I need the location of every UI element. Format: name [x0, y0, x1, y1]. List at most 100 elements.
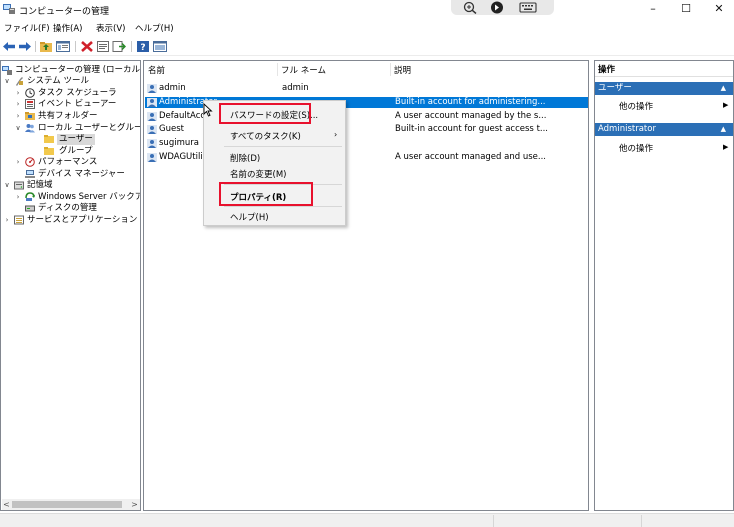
column-header-fullname[interactable]: フル ネーム [281, 64, 326, 76]
backup-icon [25, 192, 35, 201]
folder-icon [44, 147, 54, 155]
expand-arrow-icon[interactable]: › [14, 192, 22, 203]
tree-item-label: 記憶域 [27, 180, 53, 190]
expand-arrow-icon[interactable]: › [14, 88, 22, 99]
help-icon[interactable]: ? [136, 40, 150, 53]
submenu-arrow-icon: › [334, 130, 338, 139]
tree-item-label: システム ツール [27, 76, 89, 86]
performance-icon [25, 157, 35, 167]
tree-item-label: 共有フォルダー [38, 111, 98, 121]
cell-description: Built-in account for guest access t... [395, 124, 549, 134]
cell-name: admin [159, 83, 186, 93]
user-icon [147, 84, 157, 93]
column-divider[interactable] [277, 63, 278, 76]
section-title: ユーザー [598, 83, 632, 93]
menu-item-all-tasks[interactable]: すべてのタスク(K) [230, 130, 301, 142]
properties-icon[interactable] [96, 40, 110, 53]
delete-icon[interactable] [80, 40, 94, 53]
column-header-description[interactable]: 説明 [394, 64, 411, 76]
user-icon [147, 153, 157, 162]
tree-item-label: デバイス マネージャー [38, 169, 125, 179]
tree-item-label: ローカル ユーザーとグループ [38, 123, 141, 133]
forward-circle-icon[interactable] [490, 1, 504, 14]
toolbar: ? [0, 37, 734, 56]
submenu-arrow-icon[interactable]: ▶ [723, 143, 728, 151]
tree-item-label: パフォーマンス [38, 157, 98, 167]
menu-file[interactable]: ファイル(F) [4, 22, 50, 34]
menu-item-rename[interactable]: 名前の変更(M) [230, 168, 286, 180]
window-title: コンピューターの管理 [19, 7, 110, 17]
expand-arrow-icon[interactable]: › [3, 215, 11, 226]
user-icon [147, 98, 157, 107]
actions-section-administrator[interactable]: Administrator ▲ [595, 123, 733, 136]
scrollbar-thumb[interactable] [12, 501, 122, 508]
submenu-arrow-icon[interactable]: ▶ [723, 101, 728, 109]
folder-icon [44, 135, 54, 143]
navigation-tree: コンピューターの管理 (ローカル) ∨ システム ツール › タスク スケジュー… [0, 60, 141, 511]
tools-icon [16, 77, 23, 86]
column-divider[interactable] [390, 63, 391, 76]
action-more-actions-users[interactable]: 他の操作 [619, 100, 653, 112]
scroll-left-arrow-icon[interactable]: < [2, 499, 11, 510]
back-arrow-icon[interactable] [2, 40, 16, 53]
disk-icon [25, 205, 35, 212]
user-icon [147, 139, 157, 148]
tree-item-label: Windows Server バックア [38, 192, 141, 202]
forward-arrow-icon[interactable] [18, 40, 32, 53]
menu-action[interactable]: 操作(A) [53, 22, 82, 34]
tree-item-label: グループ [59, 146, 93, 156]
up-folder-icon[interactable] [39, 40, 53, 53]
expand-arrow-icon[interactable]: ∨ [3, 76, 11, 87]
minimize-button[interactable]: – [638, 2, 668, 16]
menu-separator [224, 206, 342, 207]
tree-horizontal-scrollbar[interactable]: < > [2, 499, 140, 510]
shared-folder-icon [25, 112, 35, 120]
mmc-console-icon[interactable] [153, 40, 167, 53]
tree-item-label: コンピューターの管理 (ローカル) [15, 65, 141, 75]
actions-header: 操作 [595, 64, 733, 77]
table-row[interactable]: admin admin [145, 83, 588, 94]
highlight-set-password [219, 103, 311, 124]
services-icon [14, 215, 24, 225]
scroll-right-arrow-icon[interactable]: > [130, 499, 139, 510]
section-title: Administrator [598, 124, 656, 134]
tree-item-label: ディスクの管理 [38, 203, 97, 213]
show-hide-tree-icon[interactable] [56, 40, 70, 53]
actions-pane: 操作 ユーザー ▲ 他の操作 ▶ Administrator ▲ 他の操作 ▶ [594, 60, 734, 511]
cell-description: Built-in account for administering... [395, 97, 546, 107]
menu-help[interactable]: ヘルプ(H) [135, 22, 174, 34]
event-viewer-icon [25, 99, 35, 109]
menu-view[interactable]: 表示(V) [96, 22, 125, 34]
expand-arrow-icon[interactable]: › [14, 111, 22, 122]
mouse-cursor-icon [203, 103, 213, 117]
collapse-arrow-icon[interactable]: ∨ [14, 123, 22, 134]
collapse-arrow-icon[interactable]: ∨ [3, 180, 11, 191]
storage-icon [14, 181, 24, 190]
toolbar-separator [35, 41, 36, 52]
actions-section-users[interactable]: ユーザー ▲ [595, 82, 733, 95]
maximize-button[interactable]: ☐ [671, 2, 701, 16]
cell-description: A user account managed by the s... [395, 111, 547, 121]
user-icon [147, 125, 157, 134]
zoom-icon[interactable] [463, 1, 477, 14]
highlight-properties [219, 182, 313, 206]
expand-arrow-icon[interactable]: › [14, 157, 22, 168]
menu-item-help[interactable]: ヘルプ(H) [230, 211, 269, 223]
tree-item-label: サービスとアプリケーション [27, 215, 138, 225]
keyboard-icon[interactable] [519, 1, 537, 14]
menu-item-delete[interactable]: 削除(D) [230, 152, 260, 164]
clock-icon [25, 88, 35, 98]
collapse-section-icon[interactable]: ▲ [721, 82, 726, 95]
menu-bar: ファイル(F) 操作(A) 表示(V) ヘルプ(H) [0, 20, 734, 35]
users-groups-icon [25, 124, 35, 133]
close-button[interactable]: ✕ [704, 2, 734, 16]
export-list-icon[interactable] [112, 40, 126, 53]
cell-description: A user account managed and use... [395, 152, 546, 162]
column-header-name[interactable]: 名前 [148, 64, 165, 76]
action-more-actions-administrator[interactable]: 他の操作 [619, 142, 653, 154]
computer-management-icon [2, 66, 12, 75]
computer-management-icon [3, 4, 15, 14]
expand-arrow-icon[interactable]: › [14, 99, 22, 110]
collapse-section-icon[interactable]: ▲ [721, 123, 726, 136]
svg-text:?: ? [140, 43, 145, 53]
